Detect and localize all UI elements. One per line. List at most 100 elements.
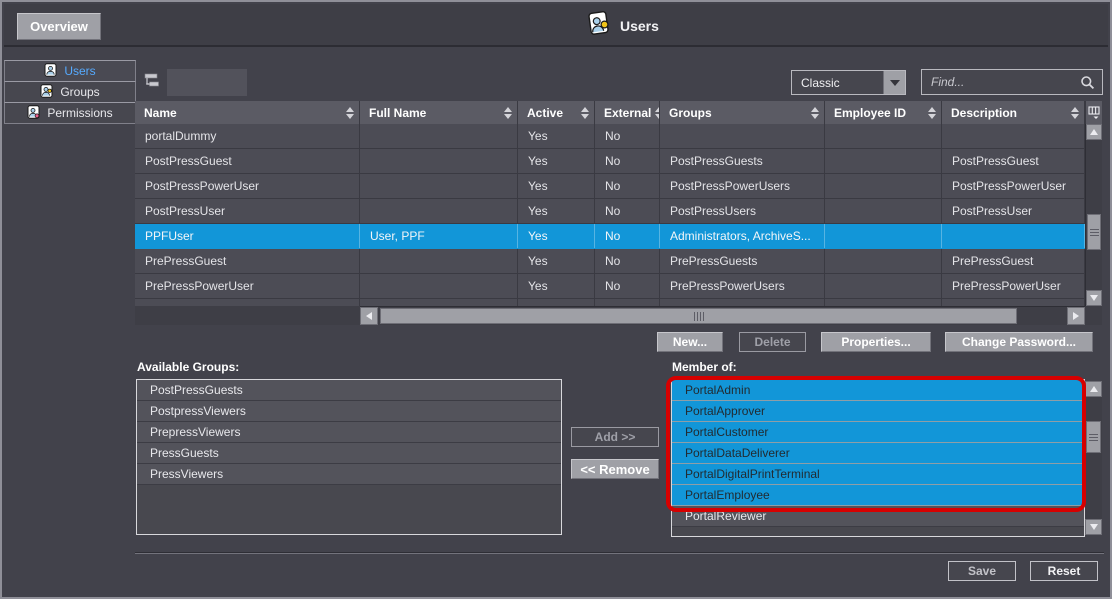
scroll-down-icon[interactable] (1085, 519, 1102, 535)
column-header-label: Active (527, 106, 563, 120)
sort-icon[interactable] (811, 107, 819, 119)
table-cell (660, 124, 825, 148)
table-cell: PrePressUsers (660, 299, 825, 306)
scroll-down-icon[interactable] (1086, 290, 1102, 306)
remove-button[interactable]: << Remove (571, 459, 659, 479)
table-cell: No (595, 174, 660, 198)
column-header-name[interactable]: Name (135, 101, 360, 124)
column-header-full-name[interactable]: Full Name (360, 101, 518, 124)
column-header-description[interactable]: Description (942, 101, 1085, 124)
table-row[interactable]: PrePressPowerUserYesNoPrePressPowerUsers… (135, 274, 1085, 299)
table-row[interactable]: PrePressGuestYesNoPrePressGuestsPrePress… (135, 249, 1085, 274)
table-cell: PrePressPowerUser (135, 274, 360, 298)
table-cell: PostPressPowerUsers (660, 174, 825, 198)
member-of-list[interactable]: PortalAdminPortalApproverPortalCustomerP… (671, 379, 1085, 537)
sort-icon[interactable] (346, 107, 354, 119)
table-row[interactable]: PrePressUserYesNoPrePressUsersPrePressUs… (135, 299, 1085, 306)
column-header-label: External (604, 106, 651, 120)
scrollbar-track[interactable] (380, 307, 1065, 325)
list-item[interactable]: PostpressViewers (137, 401, 561, 422)
permissions-icon (27, 105, 40, 122)
scrollbar-thumb[interactable] (380, 308, 1017, 324)
table-horizontal-scrollbar[interactable] (360, 306, 1085, 325)
list-item[interactable]: PressGuests (137, 443, 561, 464)
table-cell: PostPressPowerUser (942, 174, 1085, 198)
hierarchy-icon[interactable] (143, 73, 162, 95)
table-cell: PostPressPowerUser (135, 174, 360, 198)
table-cell: No (595, 274, 660, 298)
delete-button[interactable]: Delete (739, 332, 806, 352)
table-cell: No (595, 299, 660, 306)
overview-button[interactable]: Overview (17, 13, 101, 40)
list-item[interactable]: PortalAdmin (672, 380, 1084, 401)
add-button[interactable]: Add >> (571, 427, 659, 447)
scrollbar-track[interactable] (1086, 140, 1102, 290)
table-cell (360, 174, 518, 198)
table-cell: No (595, 149, 660, 173)
available-groups-list[interactable]: PostPressGuestsPostpressViewersPrepressV… (136, 379, 562, 535)
table-header: Name Full Name Active External Groups Em… (135, 101, 1102, 124)
column-config-icon[interactable] (1085, 101, 1102, 124)
sidebar-item-users[interactable]: Users (4, 60, 136, 82)
user-table-body: portalDummyYesNoPostPressGuestYesNoPostP… (135, 124, 1085, 306)
list-item[interactable]: PressViewers (137, 464, 561, 485)
scrollbar-thumb[interactable] (1086, 421, 1101, 453)
scroll-up-icon[interactable] (1085, 381, 1102, 397)
sort-icon[interactable] (581, 107, 589, 119)
table-cell: Yes (518, 124, 595, 148)
scroll-right-icon[interactable] (1067, 307, 1085, 325)
scroll-up-icon[interactable] (1086, 124, 1102, 140)
search-icon[interactable] (1080, 75, 1102, 90)
column-header-label: Full Name (369, 106, 426, 120)
member-list-scrollbar[interactable] (1085, 381, 1102, 535)
save-button[interactable]: Save (948, 561, 1016, 581)
column-header-employee-id[interactable]: Employee ID (825, 101, 942, 124)
scrollbar-thumb[interactable] (1087, 214, 1101, 250)
frozen-column-spacer (135, 306, 360, 325)
app-window: Overview Users Users (0, 0, 1112, 599)
table-row[interactable]: PostPressGuestYesNoPostPressGuestsPostPr… (135, 149, 1085, 174)
sidebar: Users Groups Permissions (4, 61, 136, 124)
quick-filter-field[interactable] (167, 69, 247, 96)
list-item[interactable]: PortalApprover (672, 401, 1084, 422)
table-cell (825, 274, 942, 298)
change-password-button[interactable]: Change Password... (945, 332, 1093, 352)
scrollbar-track[interactable] (1085, 397, 1102, 519)
list-item[interactable]: PostPressGuests (137, 380, 561, 401)
column-header-external[interactable]: External (595, 101, 660, 124)
table-cell (360, 124, 518, 148)
table-row[interactable]: PostPressUserYesNoPostPressUsersPostPres… (135, 199, 1085, 224)
table-vertical-scrollbar[interactable] (1085, 124, 1102, 306)
list-item[interactable]: PortalDataDeliverer (672, 443, 1084, 464)
list-item[interactable]: PortalCustomer (672, 422, 1084, 443)
sort-icon[interactable] (928, 107, 936, 119)
scroll-left-icon[interactable] (360, 307, 378, 325)
table-cell: PrePressGuests (660, 249, 825, 273)
new-button[interactable]: New... (657, 332, 723, 352)
sort-icon[interactable] (504, 107, 512, 119)
view-mode-select[interactable]: Classic (791, 70, 906, 95)
column-header-groups[interactable]: Groups (660, 101, 825, 124)
table-row[interactable]: PPFUserUser, PPFYesNoAdministrators, Arc… (135, 224, 1085, 249)
sidebar-item-label: Permissions (47, 106, 112, 120)
column-header-active[interactable]: Active (518, 101, 595, 124)
search-input[interactable] (922, 75, 1080, 89)
properties-button[interactable]: Properties... (821, 332, 931, 352)
table-row[interactable]: portalDummyYesNo (135, 124, 1085, 149)
top-bar: Overview Users (4, 4, 1108, 47)
dropdown-arrow-icon[interactable] (883, 71, 905, 94)
sidebar-item-groups[interactable]: Groups (4, 81, 136, 103)
sort-icon[interactable] (1071, 107, 1079, 119)
member-of-label: Member of: (672, 360, 737, 374)
table-row[interactable]: PostPressPowerUserYesNoPostPressPowerUse… (135, 174, 1085, 199)
list-item[interactable]: PortalDigitalPrintTerminal (672, 464, 1084, 485)
list-item[interactable]: PrepressViewers (137, 422, 561, 443)
list-item[interactable]: PortalEmployee (672, 485, 1084, 506)
reset-button[interactable]: Reset (1030, 561, 1098, 581)
column-header-label: Employee ID (834, 106, 906, 120)
table-horizontal-scrollbar-row (135, 306, 1102, 325)
table-cell (360, 274, 518, 298)
table-cell: PrePressPowerUsers (660, 274, 825, 298)
list-item[interactable]: PortalReviewer (672, 506, 1084, 527)
sidebar-item-permissions[interactable]: Permissions (4, 102, 136, 124)
